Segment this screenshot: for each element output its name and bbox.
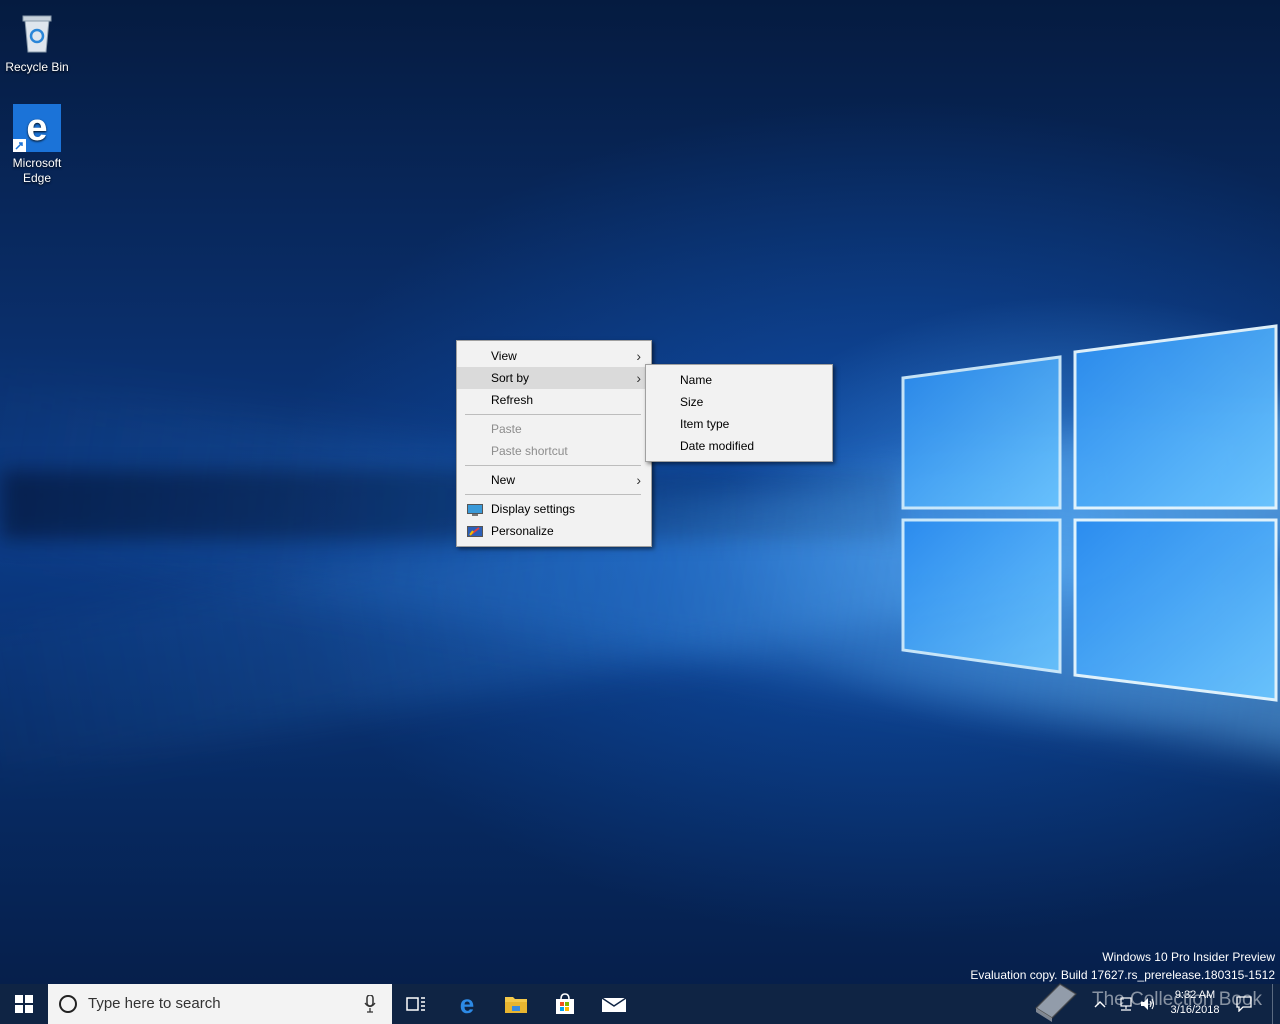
- recycle-bin-icon: [13, 8, 61, 56]
- menu-item-label: Paste: [491, 422, 522, 436]
- menu-item-new[interactable]: New ›: [457, 469, 651, 491]
- menu-item-label: Personalize: [491, 524, 554, 538]
- menu-item-paste[interactable]: Paste: [457, 418, 651, 440]
- chevron-right-icon: ›: [636, 472, 641, 488]
- folder-icon: [505, 997, 527, 1013]
- recycle-bin-label: Recycle Bin: [5, 60, 69, 74]
- store-icon: [556, 993, 574, 1014]
- cortana-icon: [59, 995, 77, 1013]
- microphone-icon[interactable]: [364, 995, 376, 1013]
- menu-item-sort-by[interactable]: Sort by ›: [457, 367, 651, 389]
- menu-separator: [465, 414, 641, 415]
- sort-item-date-modified[interactable]: Date modified: [646, 435, 832, 457]
- task-view-button[interactable]: [392, 984, 440, 1024]
- menu-separator: [465, 465, 641, 466]
- recycle-bin-shortcut[interactable]: Recycle Bin: [0, 8, 74, 75]
- edge-label: Microsoft Edge: [12, 156, 62, 185]
- menu-item-label: Date modified: [680, 439, 755, 453]
- search-placeholder: Type here to search: [88, 995, 221, 1012]
- menu-item-label: Display settings: [491, 502, 576, 516]
- sort-item-size[interactable]: Size: [646, 391, 832, 413]
- edge-shortcut[interactable]: e Microsoft Edge: [0, 104, 74, 186]
- edge-icon: e: [13, 104, 61, 152]
- windows-start-icon: [15, 995, 33, 1013]
- menu-item-display-settings[interactable]: Display settings: [457, 498, 651, 520]
- overlay-text: The Collection Book: [1092, 989, 1263, 1010]
- menu-item-personalize[interactable]: Personalize: [457, 520, 651, 542]
- menu-item-label: Paste shortcut: [491, 444, 568, 458]
- sort-item-type[interactable]: Item type: [646, 413, 832, 435]
- search-box[interactable]: Type here to search: [48, 984, 392, 1024]
- personalize-icon: [467, 524, 483, 538]
- taskbar-mail-button[interactable]: [590, 984, 638, 1024]
- watermark-line1: Windows 10 Pro Insider Preview: [1102, 950, 1275, 964]
- svg-text:e: e: [460, 992, 474, 1016]
- sort-by-submenu: Name Size Item type Date modified: [645, 364, 833, 462]
- sort-item-name[interactable]: Name: [646, 369, 832, 391]
- menu-item-paste-shortcut[interactable]: Paste shortcut: [457, 440, 651, 462]
- taskbar-edge-button[interactable]: e: [443, 984, 491, 1024]
- chevron-right-icon: ›: [636, 370, 641, 386]
- menu-item-refresh[interactable]: Refresh: [457, 389, 651, 411]
- chevron-right-icon: ›: [636, 348, 641, 364]
- menu-item-label: New: [491, 473, 516, 487]
- book-logo-icon: [1034, 983, 1078, 1022]
- collection-book-overlay: The Collection Book: [1030, 975, 1280, 1024]
- menu-item-label: Size: [680, 395, 704, 409]
- task-view-icon: [406, 997, 425, 1011]
- menu-item-view[interactable]: View ›: [457, 345, 651, 367]
- taskbar-file-explorer-button[interactable]: [492, 984, 540, 1024]
- menu-separator: [465, 494, 641, 495]
- start-button[interactable]: [0, 984, 48, 1024]
- taskbar-store-button[interactable]: [541, 984, 589, 1024]
- menu-item-label: Refresh: [491, 393, 534, 407]
- edge-icon: e: [460, 992, 474, 1016]
- mail-icon: [601, 997, 627, 1012]
- menu-item-label: View: [491, 349, 517, 363]
- menu-item-label: Name: [680, 373, 713, 387]
- menu-item-label: Sort by: [491, 371, 530, 385]
- svg-text:e: e: [26, 107, 47, 149]
- menu-item-label: Item type: [680, 417, 730, 431]
- display-icon: [467, 502, 483, 516]
- desktop-context-menu: View › Sort by › Refresh Paste Paste sho…: [456, 340, 652, 547]
